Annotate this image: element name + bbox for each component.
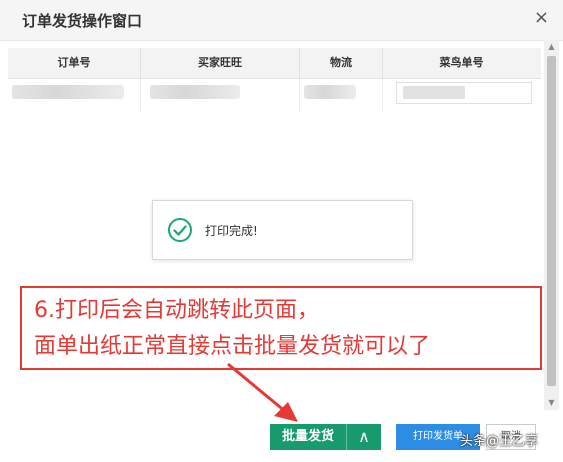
toast-message: 打印完成! <box>205 224 258 238</box>
batch-ship-button-group: 批量发货 ∧ <box>270 424 381 450</box>
column-buyer: 买家旺旺 <box>141 48 300 78</box>
column-logistics: 物流 <box>300 48 383 78</box>
column-order-number: 订单号 <box>8 48 141 78</box>
table-header: 订单号 买家旺旺 物流 菜鸟单号 <box>8 48 541 79</box>
scroll-down-icon[interactable]: ▼ <box>544 396 559 410</box>
annotation-box: 6.打印后会自动跳转此页面， 面单出纸正常直接点击批量发货就可以了 <box>20 286 542 370</box>
vertical-scrollbar[interactable]: ▲ ▼ <box>544 40 559 410</box>
window-titlebar: 订单发货操作窗口 × <box>0 0 563 41</box>
batch-ship-button[interactable]: 批量发货 <box>270 424 346 450</box>
scroll-thumb[interactable] <box>547 56 556 386</box>
chevron-up-icon[interactable]: ∧ <box>346 424 381 450</box>
order-number-cell <box>12 85 124 99</box>
window-title: 订单发货操作窗口 <box>22 12 143 30</box>
scroll-up-icon[interactable]: ▲ <box>544 40 559 54</box>
annotation-arrow-icon <box>227 362 298 422</box>
print-complete-toast: 打印完成! <box>152 200 413 260</box>
column-tracking-number: 菜鸟单号 <box>439 56 484 69</box>
annotation-line-2: 面单出纸正常直接点击批量发货就可以了 <box>34 334 431 359</box>
check-circle-icon <box>168 218 192 242</box>
close-icon[interactable]: × <box>534 8 549 28</box>
logistics-cell <box>304 85 356 99</box>
watermark: 头条@王乙享 <box>460 434 539 449</box>
annotation-line-1: 6.打印后会自动跳转此页面， <box>34 298 319 323</box>
tracking-number-input[interactable] <box>396 82 532 104</box>
buyer-cell <box>150 85 240 99</box>
